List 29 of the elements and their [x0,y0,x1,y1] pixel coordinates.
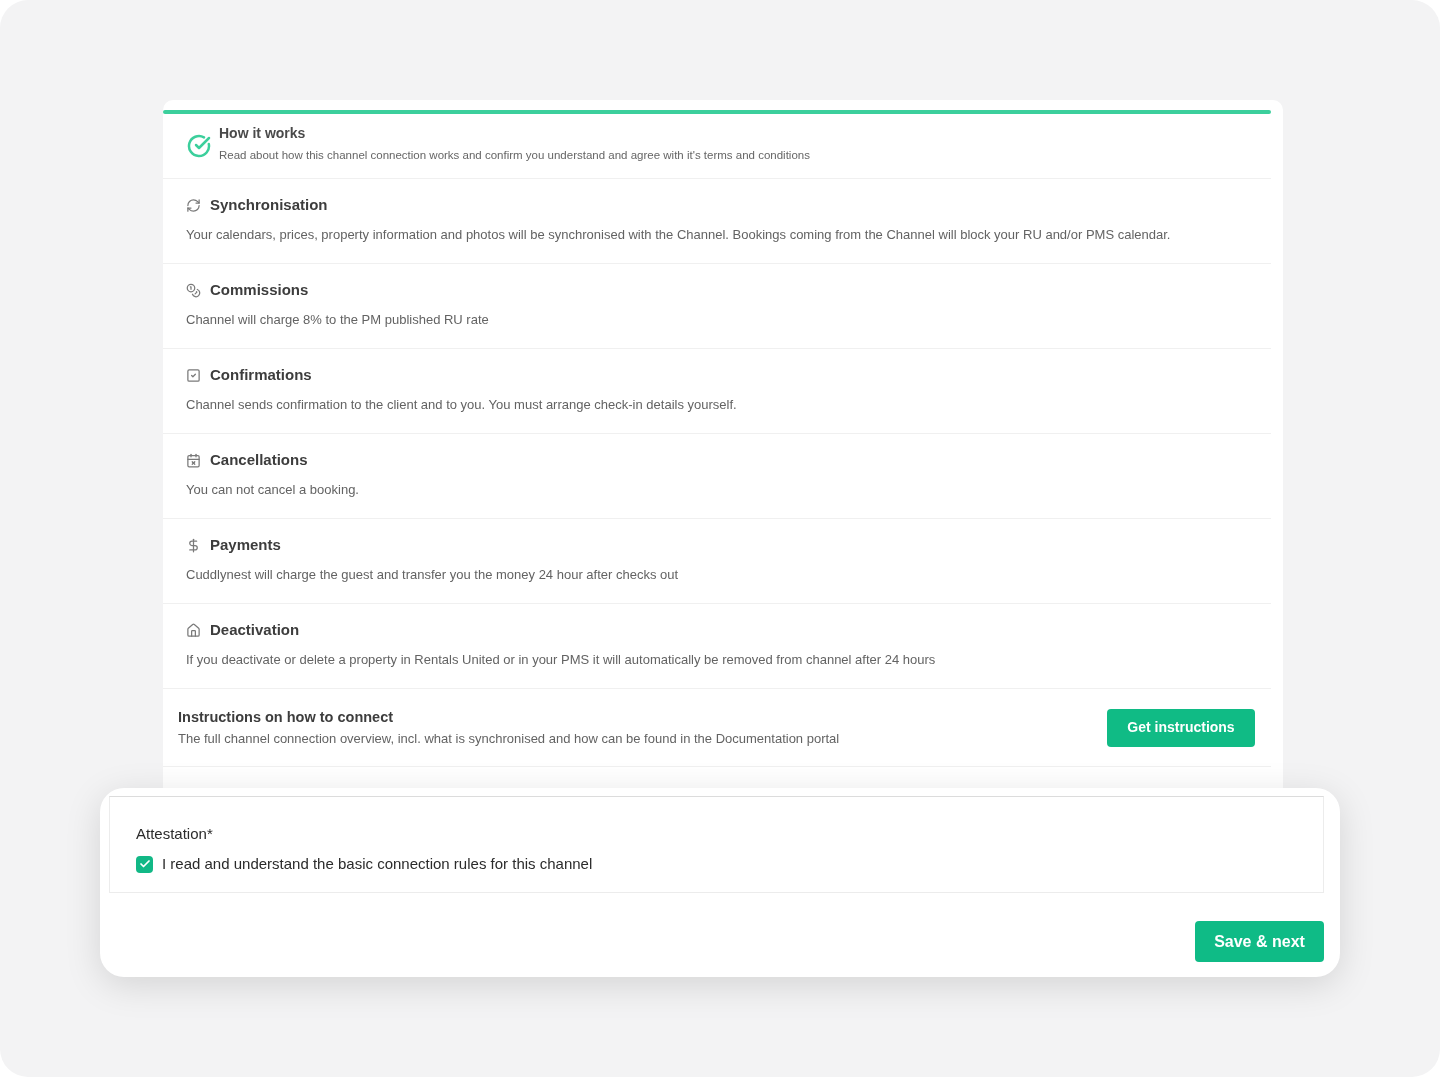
section-description: If you deactivate or delete a property in Rentals United or in your PMS it will automatically be removed from channel after 24 hours [186,651,936,669]
dollar-icon [186,537,201,553]
checkbox[interactable] [136,855,153,873]
section-title: Synchronisation [210,195,328,215]
instructions-title: Instructions on how to connect [178,707,394,727]
coins-icon [186,282,201,298]
section-title: Commissions [210,280,309,300]
section-title: Cancellations [210,450,308,470]
attestation-label: Attestation* [136,824,213,844]
save-next-button[interactable]: Save & next [1195,921,1324,962]
section-title: Deactivation [210,620,300,640]
get-instructions-button[interactable]: Get instructions [1107,708,1255,747]
section-description: Channel will charge 8% to the PM published RU rate [186,311,489,329]
step-title: How it works [219,124,306,142]
check-icon [138,858,151,870]
section-description: You can not cancel a booking. [186,481,359,499]
check-circle-icon [187,134,211,158]
refresh-icon [186,197,201,213]
check-square-icon [186,367,201,383]
house-icon [186,622,201,638]
section-description: Cuddlynest will charge the guest and transfer you the money 24 hour after checks out [186,566,679,584]
section-title: Confirmations [210,365,312,385]
section-description: Channel sends confirmation to the client and to you. You must arrange check-in details yourself. [186,396,737,414]
instructions-description: The full channel connection overview, incl. what is synchronised and how can be found in the Documentation portal [178,729,840,748]
checkbox-label: I read and understand the basic connection rules for this channel [162,854,593,874]
calendar-x-icon [186,452,201,468]
section-description: Your calendars, prices, property information and photos will be synchronised with the Channel. Bookings coming from the Channel will block your RU and/or PMS calendar. [186,226,1171,244]
step-subtitle: Read about how this channel connection works and confirm you understand and agree with it's terms and conditions [219,148,810,162]
section-title: Payments [210,535,281,555]
